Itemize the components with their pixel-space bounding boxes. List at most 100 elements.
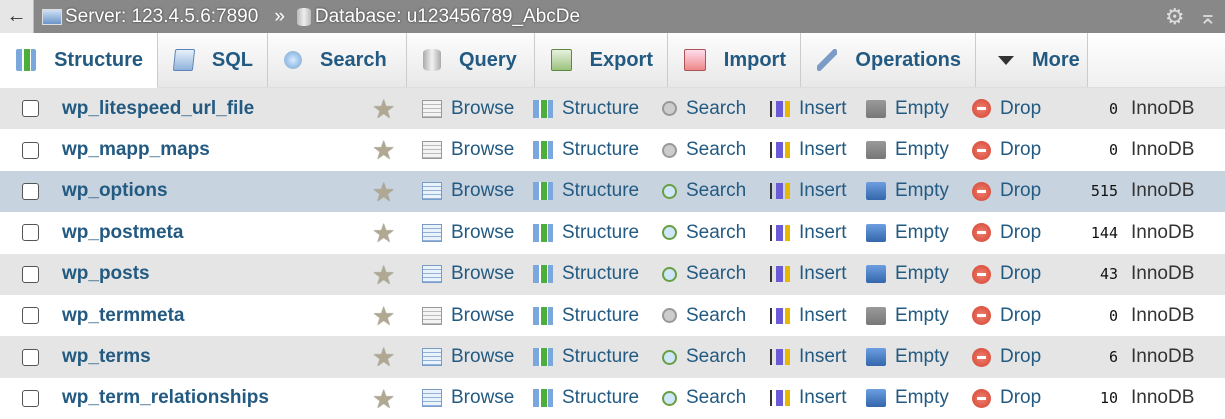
drop-link[interactable]: Drop — [972, 305, 1041, 327]
drop-icon — [972, 140, 991, 160]
insert-link[interactable]: Insert — [770, 98, 847, 120]
empty-link[interactable]: Empty — [866, 98, 949, 120]
table-name-link[interactable]: wp_litespeed_url_file — [62, 98, 254, 120]
tab-search[interactable]: Search — [268, 33, 407, 87]
browse-link[interactable]: Browse — [422, 305, 514, 327]
table-name-link[interactable]: wp_mapp_maps — [62, 139, 210, 161]
favorite-star-icon[interactable]: ★ — [372, 262, 395, 288]
drop-link[interactable]: Drop — [972, 98, 1041, 120]
server-label[interactable]: Server: 123.4.5.6:7890 — [65, 6, 258, 28]
table-name-link[interactable]: wp_term_relationships — [62, 387, 269, 409]
search-link[interactable]: Search — [662, 222, 746, 244]
favorite-star-icon[interactable]: ★ — [372, 344, 395, 370]
structure-label: Structure — [562, 139, 640, 161]
search-label: Search — [686, 263, 747, 285]
breadcrumb-database[interactable]: Database: u123456789_AbcDe — [296, 6, 580, 28]
favorite-star-icon[interactable]: ★ — [372, 303, 395, 329]
row-count: 0 — [1108, 99, 1118, 118]
insert-link[interactable]: Insert — [770, 305, 847, 327]
insert-link[interactable]: Insert — [770, 387, 847, 409]
row-checkbox[interactable] — [22, 307, 39, 325]
search-link[interactable]: Search — [662, 263, 746, 285]
row-checkbox[interactable] — [22, 389, 39, 407]
structure-link[interactable]: Structure — [533, 98, 639, 120]
empty-link[interactable]: Empty — [866, 387, 949, 409]
drop-link[interactable]: Drop — [972, 346, 1041, 368]
search-label: Search — [686, 97, 747, 119]
favorite-star-icon[interactable]: ★ — [372, 386, 395, 412]
empty-link[interactable]: Empty — [866, 305, 949, 327]
tab-sql[interactable]: SQL — [158, 33, 268, 87]
table-name-link[interactable]: wp_options — [62, 180, 168, 202]
tab-operations[interactable]: Operations — [801, 33, 976, 87]
structure-link[interactable]: Structure — [533, 387, 639, 409]
tab-query[interactable]: Query — [407, 33, 535, 87]
structure-link[interactable]: Structure — [533, 346, 639, 368]
table-name-link[interactable]: wp_terms — [62, 346, 151, 368]
row-checkbox[interactable] — [22, 100, 39, 118]
empty-icon — [866, 223, 886, 242]
row-checkbox[interactable] — [22, 141, 39, 159]
browse-link[interactable]: Browse — [422, 263, 514, 285]
drop-link[interactable]: Drop — [972, 222, 1041, 244]
insert-link[interactable]: Insert — [770, 139, 847, 161]
drop-label: Drop — [1000, 263, 1042, 285]
database-label[interactable]: Database: u123456789_AbcDe — [315, 6, 580, 28]
favorite-star-icon[interactable]: ★ — [372, 179, 395, 205]
back-arrow-icon[interactable]: ← — [0, 0, 34, 33]
drop-link[interactable]: Drop — [972, 180, 1041, 202]
favorite-star-icon[interactable]: ★ — [372, 96, 395, 122]
structure-label: Structure — [562, 97, 640, 119]
browse-link[interactable]: Browse — [422, 222, 514, 244]
search-link[interactable]: Search — [662, 139, 746, 161]
browse-link[interactable]: Browse — [422, 98, 514, 120]
drop-label: Drop — [1000, 97, 1042, 119]
insert-label: Insert — [799, 346, 847, 368]
row-checkbox[interactable] — [22, 265, 39, 283]
insert-link[interactable]: Insert — [770, 346, 847, 368]
table-name-link[interactable]: wp_postmeta — [62, 222, 183, 244]
structure-link[interactable]: Structure — [533, 222, 639, 244]
settings-gear-icon[interactable]: ⚙ — [1165, 4, 1185, 30]
drop-link[interactable]: Drop — [972, 263, 1041, 285]
empty-link[interactable]: Empty — [866, 139, 949, 161]
drop-link[interactable]: Drop — [972, 387, 1041, 409]
search-link[interactable]: Search — [662, 387, 746, 409]
browse-link[interactable]: Browse — [422, 180, 514, 202]
browse-label: Browse — [451, 180, 515, 202]
structure-link[interactable]: Structure — [533, 139, 639, 161]
browse-link[interactable]: Browse — [422, 387, 514, 409]
empty-link[interactable]: Empty — [866, 180, 949, 202]
empty-link[interactable]: Empty — [866, 263, 949, 285]
collapse-icon[interactable]: ⌅ — [1199, 4, 1217, 30]
browse-link[interactable]: Browse — [422, 139, 514, 161]
tab-more[interactable]: More — [976, 33, 1088, 87]
search-link[interactable]: Search — [662, 98, 746, 120]
row-checkbox[interactable] — [22, 224, 39, 242]
drop-link[interactable]: Drop — [972, 139, 1041, 161]
structure-link[interactable]: Structure — [533, 180, 639, 202]
tab-structure[interactable]: Structure — [0, 33, 158, 88]
table-name-link[interactable]: wp_termmeta — [62, 305, 185, 327]
structure-link[interactable]: Structure — [533, 305, 639, 327]
tab-export[interactable]: Export — [535, 33, 668, 87]
search-link[interactable]: Search — [662, 180, 746, 202]
insert-link[interactable]: Insert — [770, 222, 847, 244]
structure-link[interactable]: Structure — [533, 263, 639, 285]
empty-link[interactable]: Empty — [866, 222, 949, 244]
empty-link[interactable]: Empty — [866, 346, 949, 368]
row-checkbox[interactable] — [22, 182, 39, 200]
search-link[interactable]: Search — [662, 305, 746, 327]
empty-icon — [866, 348, 886, 367]
insert-link[interactable]: Insert — [770, 263, 847, 285]
table-name-link[interactable]: wp_posts — [62, 263, 150, 285]
favorite-star-icon[interactable]: ★ — [372, 137, 395, 163]
tab-import[interactable]: Import — [668, 33, 801, 87]
browse-link[interactable]: Browse — [422, 346, 514, 368]
breadcrumb-server[interactable]: Server: 123.4.5.6:7890 — [42, 6, 258, 28]
search-label: Search — [686, 304, 747, 326]
row-checkbox[interactable] — [22, 348, 39, 366]
search-link[interactable]: Search — [662, 346, 746, 368]
insert-link[interactable]: Insert — [770, 180, 847, 202]
favorite-star-icon[interactable]: ★ — [372, 220, 395, 246]
